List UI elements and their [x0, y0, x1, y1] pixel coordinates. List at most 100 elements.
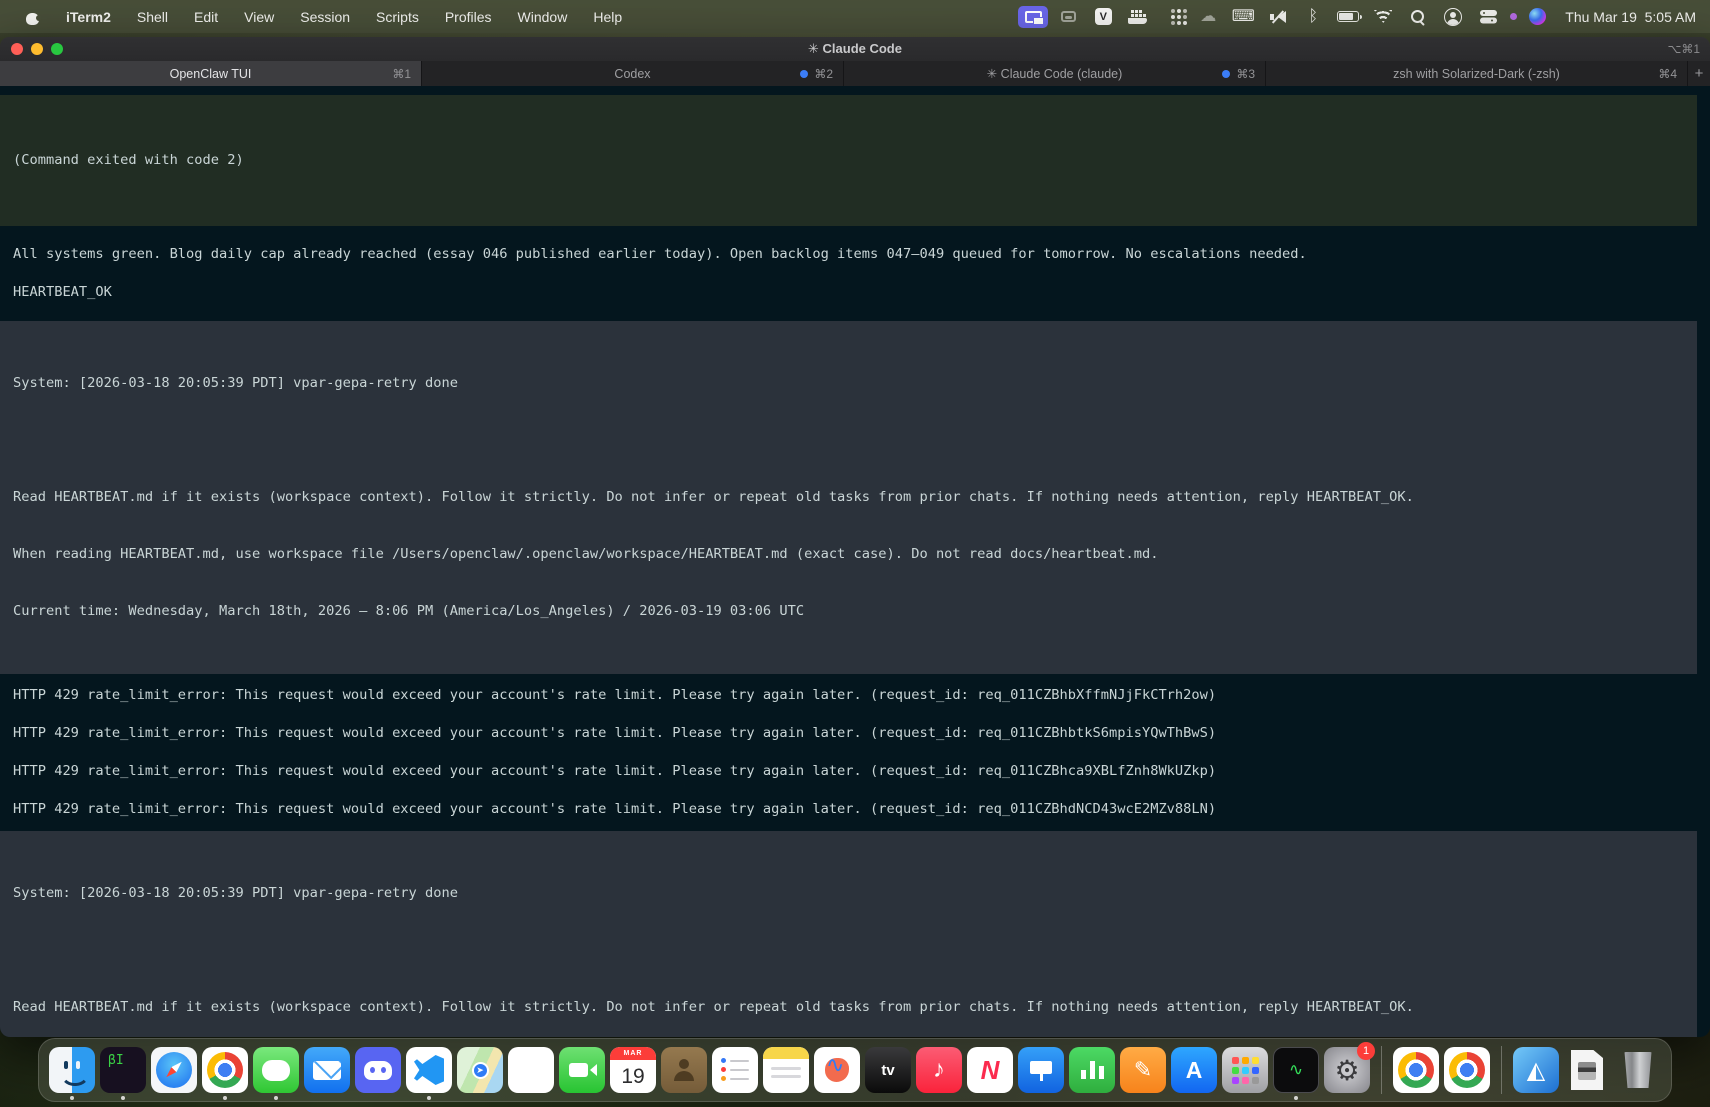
dock-notes[interactable]	[763, 1047, 809, 1093]
user-account-icon[interactable]	[1438, 6, 1468, 28]
terminal-content[interactable]: (Command exited with code 2) All systems…	[0, 86, 1710, 1037]
tab-zsh[interactable]: zsh with Solarized-Dark (-zsh) ⌘4	[1266, 61, 1688, 86]
siri-icon[interactable]	[1522, 6, 1552, 28]
freeform-squiggle-icon	[825, 1058, 849, 1082]
tab-openclaw-tui[interactable]: OpenClaw TUI ⌘1	[0, 61, 422, 86]
system-block-2: System: [2026-03-18 20:05:39 PDT] vpar-g…	[0, 831, 1697, 1037]
menu-bar: iTerm2 Shell Edit View Session Scripts P…	[0, 0, 1710, 33]
compass-icon	[156, 1052, 192, 1088]
document-icon	[1571, 1050, 1603, 1090]
dock-freeform[interactable]	[814, 1047, 860, 1093]
running-dot	[274, 1096, 278, 1100]
screen-mirroring-icon[interactable]	[1018, 6, 1048, 28]
dock-activity-monitor[interactable]: ∿	[1273, 1047, 1319, 1093]
menu-shell[interactable]: Shell	[137, 9, 168, 25]
menu-view[interactable]: View	[244, 9, 274, 25]
running-dot	[121, 1096, 125, 1100]
menu-profiles[interactable]: Profiles	[445, 9, 492, 25]
dock-reminders[interactable]	[712, 1047, 758, 1093]
tab-codex[interactable]: Codex ⌘2	[422, 61, 844, 86]
dock-facetime[interactable]	[559, 1047, 605, 1093]
dock-keynote[interactable]	[1018, 1047, 1064, 1093]
dock-news[interactable]: N	[967, 1047, 1013, 1093]
pen-icon: ✎	[1134, 1057, 1152, 1083]
stage-manager-icon[interactable]	[1053, 6, 1083, 28]
dock-safari[interactable]	[151, 1047, 197, 1093]
http-error-line: HTTP 429 rate_limit_error: This request …	[0, 686, 1710, 705]
dock-affinity[interactable]: ◭	[1513, 1047, 1559, 1093]
battery-icon[interactable]	[1333, 6, 1363, 28]
system-header: System: [2026-03-18 20:05:39 PDT] vpar-g…	[0, 884, 1697, 903]
http-error-line: HTTP 429 rate_limit_error: This request …	[0, 800, 1710, 819]
music-note-icon: ♪	[933, 1056, 945, 1084]
dock-maps[interactable]: ➤	[457, 1047, 503, 1093]
discord-face-icon	[364, 1061, 392, 1080]
dock-iterm2[interactable]: βI	[100, 1047, 146, 1093]
iterm-window: ✳ Claude Code ⌥⌘1 OpenClaw TUI ⌘1 Codex …	[0, 37, 1710, 1037]
dock-finder[interactable]	[49, 1047, 95, 1093]
chrome-icon	[1449, 1052, 1485, 1088]
tab-bar: OpenClaw TUI ⌘1 Codex ⌘2 ✳ Claude Code (…	[0, 61, 1710, 86]
keyboard-icon[interactable]: ⌨	[1228, 6, 1258, 28]
dock-divider	[1501, 1046, 1502, 1094]
dock-vscode[interactable]	[406, 1047, 452, 1093]
nav-arrow-icon: ➤	[472, 1062, 489, 1079]
volume-muted-icon[interactable]	[1263, 6, 1293, 28]
menu-edit[interactable]: Edit	[194, 9, 218, 25]
dock-messages[interactable]	[253, 1047, 299, 1093]
envelope-icon	[313, 1061, 341, 1080]
vscode-mark-icon	[414, 1055, 444, 1085]
person-icon	[672, 1059, 696, 1081]
dock-contacts[interactable]	[661, 1047, 707, 1093]
http-error-line: HTTP 429 rate_limit_error: This request …	[0, 762, 1710, 781]
dock-launchpad[interactable]	[1222, 1047, 1268, 1093]
dock-chrome-profile-2[interactable]	[1393, 1047, 1439, 1093]
dock-divider	[1381, 1046, 1382, 1094]
dock-numbers[interactable]	[1069, 1047, 1115, 1093]
dock-system-settings[interactable]: ⚙1	[1324, 1047, 1370, 1093]
title-bar[interactable]: ✳ Claude Code ⌥⌘1	[0, 37, 1710, 61]
spotlight-icon[interactable]	[1403, 6, 1433, 28]
system-header: System: [2026-03-18 20:05:39 PDT] vpar-g…	[0, 374, 1697, 393]
camera-icon	[569, 1063, 588, 1077]
dock-calendar[interactable]: MAR19	[610, 1047, 656, 1093]
http-error-line: HTTP 429 rate_limit_error: This request …	[0, 724, 1710, 743]
control-center-icon[interactable]	[1473, 6, 1503, 28]
dots-grid-icon[interactable]	[1158, 6, 1188, 28]
apple-menu-icon[interactable]	[26, 9, 40, 25]
menu-scripts[interactable]: Scripts	[376, 9, 419, 25]
new-tab-button[interactable]: +	[1688, 61, 1710, 86]
menu-session[interactable]: Session	[300, 9, 350, 25]
dock-installer-document[interactable]	[1564, 1047, 1610, 1093]
window-shortcut: ⌥⌘1	[1667, 42, 1700, 56]
tab-claude-code[interactable]: ✳ Claude Code (claude) ⌘3	[844, 61, 1266, 86]
bar-chart-icon	[1081, 1061, 1104, 1079]
menu-app-name[interactable]: iTerm2	[66, 9, 111, 25]
dock-mail[interactable]	[304, 1047, 350, 1093]
dock-chrome-profile-3[interactable]	[1444, 1047, 1490, 1093]
menu-help[interactable]: Help	[593, 9, 622, 25]
trash-icon	[1623, 1052, 1653, 1088]
wifi-icon[interactable]	[1368, 6, 1398, 28]
podium-icon	[1030, 1059, 1052, 1081]
running-dot	[427, 1096, 431, 1100]
tab-activity-dot	[1222, 70, 1230, 78]
docker-icon[interactable]	[1123, 6, 1153, 28]
dock-chrome[interactable]	[202, 1047, 248, 1093]
cloud-icon[interactable]: ☁	[1193, 6, 1223, 28]
system-block-1: System: [2026-03-18 20:05:39 PDT] vpar-g…	[0, 321, 1697, 674]
chrome-icon	[1398, 1052, 1434, 1088]
app-grid-icon	[1232, 1057, 1239, 1064]
menu-clock[interactable]: Thu Mar 19 5:05 AM	[1565, 9, 1696, 25]
dock-appletv[interactable]: tv	[865, 1047, 911, 1093]
exit-notice-block: (Command exited with code 2)	[0, 95, 1697, 226]
dock-pages[interactable]: ✎	[1120, 1047, 1166, 1093]
dock-trash[interactable]	[1615, 1047, 1661, 1093]
dock-photos[interactable]	[508, 1047, 554, 1093]
v-app-icon[interactable]: V	[1088, 6, 1118, 28]
dock-appstore[interactable]: A	[1171, 1047, 1217, 1093]
menu-window[interactable]: Window	[518, 9, 568, 25]
dock-music[interactable]: ♪	[916, 1047, 962, 1093]
dock-discord[interactable]	[355, 1047, 401, 1093]
bluetooth-icon[interactable]: ᛒ	[1298, 6, 1328, 28]
